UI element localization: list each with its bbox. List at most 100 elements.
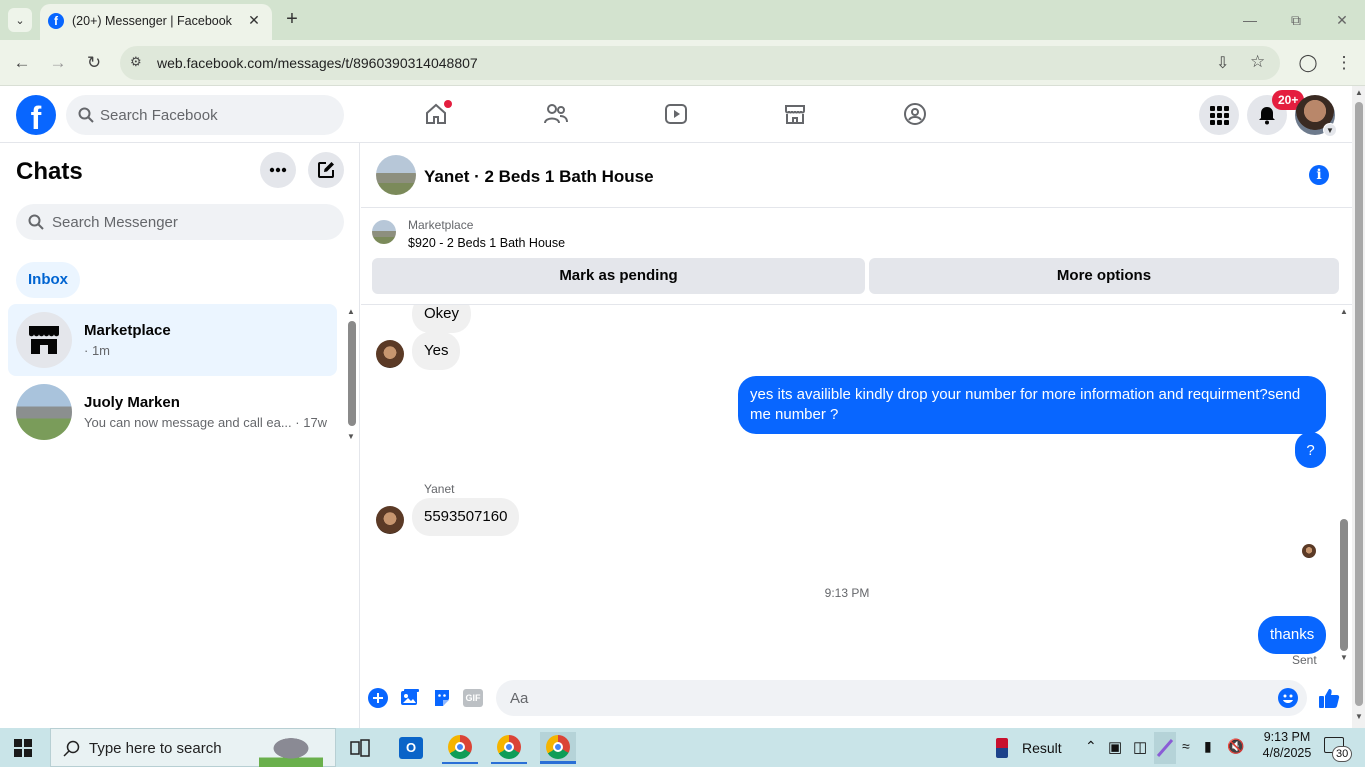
- page-scrollbar[interactable]: ▲ ▼: [1352, 86, 1365, 728]
- meet-now-icon[interactable]: ▣: [1108, 738, 1122, 756]
- chat-item-juoly-marken[interactable]: Juoly Marken You can now message and cal…: [8, 376, 337, 448]
- more-options-icon[interactable]: [260, 152, 296, 188]
- sticker-icon[interactable]: [431, 687, 453, 709]
- home-notification-dot: [444, 100, 452, 108]
- juoly-marken-avatar: [16, 384, 72, 440]
- outlook-icon[interactable]: O: [393, 732, 429, 764]
- browser-tab[interactable]: f (20+) Messenger | Facebook ✕: [40, 4, 272, 40]
- minimize-icon[interactable]: —: [1238, 8, 1262, 32]
- chat-name: Juoly Marken: [84, 394, 180, 411]
- chat-item-marketplace[interactable]: Marketplace · 1m: [8, 304, 337, 376]
- tab-title: (20+) Messenger | Facebook: [72, 14, 232, 28]
- back-icon[interactable]: ←: [8, 49, 36, 77]
- chat-name: Marketplace: [84, 322, 171, 339]
- search-highlight-hippo-image: [259, 733, 323, 767]
- profile-icon[interactable]: ◯: [1294, 49, 1322, 77]
- forward-icon[interactable]: →: [44, 49, 72, 77]
- attach-image-icon[interactable]: [399, 687, 421, 709]
- info-icon[interactable]: i: [1309, 165, 1329, 185]
- task-view-icon[interactable]: [342, 732, 378, 764]
- messages-scrollbar[interactable]: ▲ ▼: [1337, 305, 1351, 670]
- tab-search-button[interactable]: ⌄: [8, 8, 32, 32]
- new-message-icon[interactable]: [308, 152, 344, 188]
- conversation-title[interactable]: Yanet · 2 Beds 1 Bath House: [424, 167, 654, 187]
- home-icon[interactable]: [416, 96, 456, 132]
- more-options-button[interactable]: More options: [869, 258, 1339, 294]
- sender-avatar[interactable]: [376, 340, 404, 368]
- message-status: Sent: [1292, 653, 1317, 667]
- inbox-filter-tab[interactable]: Inbox: [16, 262, 80, 298]
- message-bubble-incoming: 5593507160: [412, 498, 520, 536]
- browser-menu-icon[interactable]: ⋮: [1330, 49, 1358, 77]
- marketplace-avatar: [16, 312, 72, 368]
- site-info-icon[interactable]: ⚙: [130, 54, 148, 72]
- read-receipt-avatar: [1302, 544, 1316, 558]
- url-text: web.facebook.com/messages/t/896039031404…: [157, 55, 478, 71]
- like-thumbs-up-icon[interactable]: [1317, 686, 1341, 710]
- taskbar-clock[interactable]: 9:13 PM 4/8/2025: [1252, 730, 1322, 760]
- emoji-icon[interactable]: [1278, 688, 1298, 708]
- facebook-logo-icon[interactable]: f: [16, 95, 56, 135]
- listing-thumbnail[interactable]: [372, 220, 396, 244]
- camera-icon[interactable]: ◫: [1133, 738, 1147, 756]
- chats-scrollbar-thumb[interactable]: [348, 321, 356, 426]
- search-icon: [28, 214, 44, 230]
- message-bubble-outgoing: ?: [1295, 432, 1326, 468]
- address-bar[interactable]: ⚙ web.facebook.com/messages/t/8960390314…: [120, 46, 1280, 80]
- marketplace-store-icon: [29, 326, 59, 354]
- browser-tab-strip: ⌄ f (20+) Messenger | Facebook ✕ + — ⧉ ✕: [0, 0, 1365, 40]
- message-input[interactable]: [510, 680, 1250, 716]
- reload-icon[interactable]: ↻: [80, 49, 108, 77]
- messages-scrollbar-thumb[interactable]: [1340, 519, 1348, 651]
- gif-icon[interactable]: GIF: [462, 687, 484, 709]
- browser-toolbar: ← → ↻ ⚙ web.facebook.com/messages/t/8960…: [0, 40, 1365, 86]
- clock-date: 4/8/2025: [1262, 746, 1312, 760]
- chrome-profile-icon[interactable]: [491, 732, 527, 764]
- mark-as-pending-button[interactable]: Mark as pending: [372, 258, 865, 294]
- facebook-search-input[interactable]: [100, 95, 330, 135]
- chrome-icon[interactable]: [442, 732, 478, 764]
- message-composer: GIF: [361, 670, 1352, 728]
- sender-name: Yanet: [424, 482, 455, 496]
- taskbar-search[interactable]: Type here to search: [50, 728, 336, 767]
- windows-start-icon[interactable]: [14, 739, 32, 762]
- chevron-up-icon[interactable]: ⌃: [1085, 738, 1097, 755]
- message-bubble-incoming: Yes: [412, 332, 461, 370]
- add-plus-icon[interactable]: [367, 687, 389, 709]
- restore-icon[interactable]: ⧉: [1284, 8, 1308, 32]
- page-scrollbar-thumb[interactable]: [1355, 102, 1363, 706]
- messenger-search[interactable]: [16, 204, 344, 240]
- install-app-icon[interactable]: ⇩: [1216, 53, 1229, 73]
- facebook-search[interactable]: [66, 95, 344, 135]
- volume-muted-icon[interactable]: 🔇: [1227, 738, 1244, 755]
- groups-icon[interactable]: [895, 96, 935, 132]
- message-input-box[interactable]: [496, 680, 1307, 716]
- chat-preview: You can now message and call ea... · 17w: [84, 415, 328, 430]
- search-icon: [63, 740, 80, 757]
- video-icon[interactable]: [656, 96, 696, 132]
- sender-avatar[interactable]: [376, 506, 404, 534]
- chats-title: Chats: [16, 158, 83, 185]
- facebook-favicon-icon: f: [48, 13, 64, 29]
- close-window-icon[interactable]: ✕: [1330, 8, 1354, 32]
- new-tab-button[interactable]: +: [282, 9, 302, 29]
- nba-icon[interactable]: [996, 738, 1008, 758]
- wifi-icon[interactable]: ≈: [1182, 738, 1190, 754]
- listing-title[interactable]: $920 - 2 Beds 1 Bath House: [408, 236, 565, 250]
- close-tab-icon[interactable]: ✕: [244, 10, 264, 30]
- account-avatar[interactable]: ▼: [1295, 95, 1337, 137]
- pen-icon[interactable]: [1154, 732, 1176, 764]
- chat-preview: · 1m: [84, 343, 110, 358]
- clock-time: 9:13 PM: [1263, 730, 1311, 744]
- marketplace-listing-bar: Marketplace $920 - 2 Beds 1 Bath House M…: [361, 208, 1352, 305]
- chats-scrollbar[interactable]: ▲ ▼: [346, 305, 358, 445]
- chrome-active-icon[interactable]: [540, 732, 576, 764]
- messenger-search-input[interactable]: [52, 204, 332, 240]
- marketplace-icon[interactable]: [775, 96, 815, 132]
- menu-grid-icon[interactable]: [1199, 95, 1239, 135]
- bookmark-star-icon[interactable]: ☆: [1250, 52, 1265, 72]
- friends-icon[interactable]: [536, 96, 576, 132]
- conversation-avatar[interactable]: [376, 155, 416, 195]
- battery-icon[interactable]: ▮: [1204, 738, 1212, 755]
- news-result-label[interactable]: Result: [1022, 740, 1062, 756]
